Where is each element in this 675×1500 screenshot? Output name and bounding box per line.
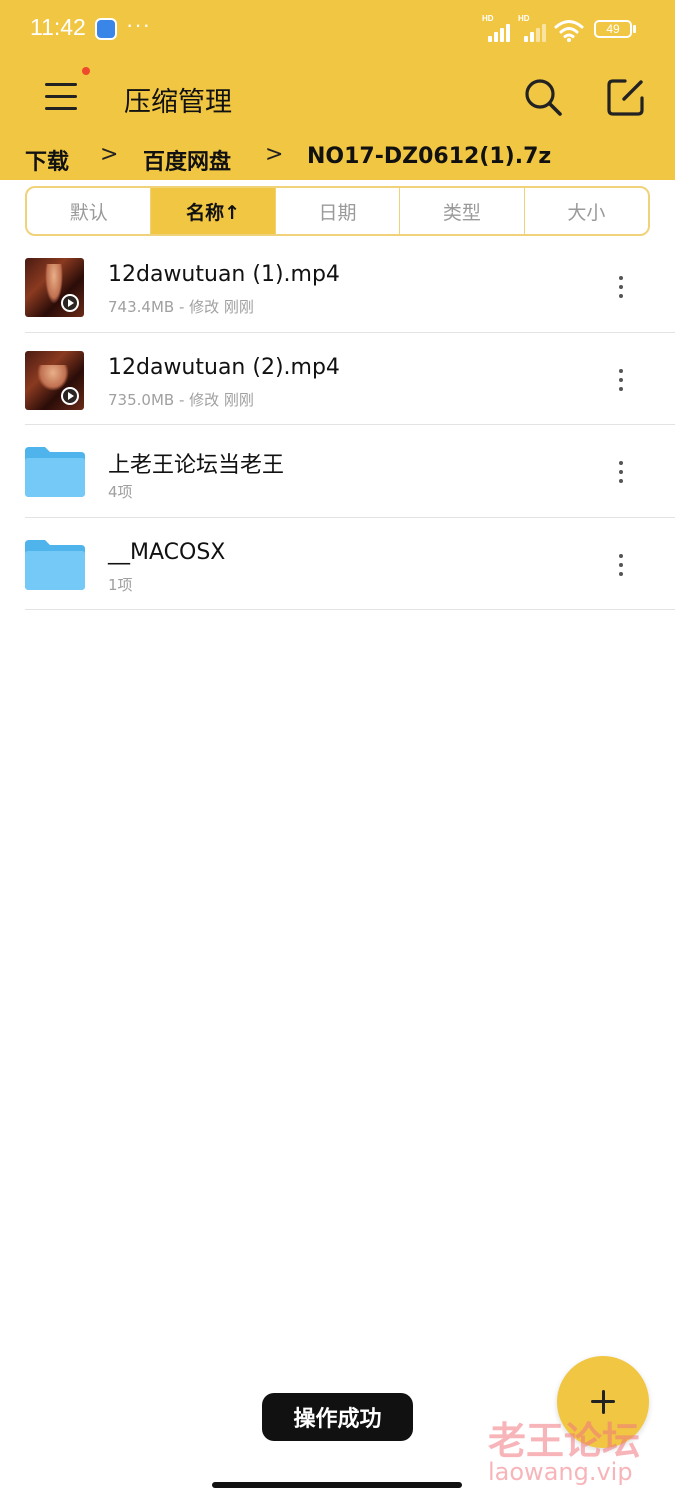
edit-icon: [607, 79, 644, 116]
watermark-title: 老王论坛: [488, 1419, 641, 1463]
app-header: 11:42 ··· HD HD 49 压缩管理 下载 > 百度网盘 > NO17…: [0, 0, 675, 180]
more-options-button[interactable]: [610, 274, 632, 300]
more-notifications-indicator: ···: [126, 12, 151, 37]
sort-tabs: 默认 名称↑ 日期 类型 大小: [25, 186, 650, 236]
file-name: 12dawutuan (2).mp4: [108, 354, 340, 380]
video-thumbnail: [25, 258, 84, 317]
sort-tab-name[interactable]: 名称↑: [150, 188, 275, 234]
list-item[interactable]: 上老王论坛当老王 4项: [0, 425, 675, 518]
notification-dot: [82, 67, 90, 75]
file-name: 上老王论坛当老王: [108, 453, 285, 478]
video-thumbnail: [25, 350, 84, 410]
search-button[interactable]: [520, 74, 566, 120]
folder-icon: [25, 447, 85, 497]
file-list: 12dawutuan (1).mp4 743.4MB - 修改 刚刚 12daw…: [0, 240, 675, 610]
home-indicator[interactable]: [212, 1482, 462, 1488]
search-icon: [525, 79, 562, 116]
list-item[interactable]: 12dawutuan (2).mp4 735.0MB - 修改 刚刚: [0, 333, 675, 426]
signal-icon: HD: [482, 14, 512, 42]
folder-icon: [25, 539, 85, 590]
breadcrumb-item-archive[interactable]: NO17-DZ0612(1).7z: [307, 144, 551, 169]
battery-icon: 49: [594, 20, 632, 38]
file-meta: 735.0MB - 修改 刚刚: [108, 390, 254, 409]
list-item[interactable]: __MACOSX 1项: [0, 518, 675, 611]
sort-tab-size[interactable]: 大小: [523, 188, 648, 234]
sort-tab-date[interactable]: 日期: [274, 188, 399, 234]
sort-tab-default[interactable]: 默认: [27, 188, 150, 234]
breadcrumb-item-downloads[interactable]: 下载: [25, 144, 69, 176]
page-title: 压缩管理: [124, 87, 232, 118]
chevron-right-icon: >: [265, 142, 284, 167]
more-options-button[interactable]: [610, 367, 632, 393]
status-time: 11:42: [30, 14, 86, 40]
status-bar: 11:42 ··· HD HD 49: [0, 0, 675, 60]
app-notification-icon: [95, 18, 117, 40]
play-icon: [61, 294, 79, 312]
file-name: __MACOSX: [108, 539, 226, 565]
file-name: 12dawutuan (1).mp4: [108, 262, 340, 287]
list-item[interactable]: 12dawutuan (1).mp4 743.4MB - 修改 刚刚: [0, 240, 675, 333]
file-meta: 1项: [108, 575, 133, 594]
battery-level: 49: [606, 22, 620, 36]
breadcrumb: 下载 > 百度网盘 > NO17-DZ0612(1).7z: [0, 138, 675, 178]
file-meta: 743.4MB - 修改 刚刚: [108, 298, 254, 316]
battery-tip: [633, 25, 636, 33]
wifi-icon: [554, 20, 584, 42]
play-icon: [61, 386, 79, 405]
more-options-button[interactable]: [610, 459, 632, 485]
chevron-right-icon: >: [100, 142, 119, 167]
edit-button[interactable]: [603, 74, 649, 120]
more-options-button[interactable]: [610, 552, 632, 578]
signal-icon: HD: [518, 14, 548, 42]
file-meta: 4项: [108, 483, 133, 501]
sort-tab-type[interactable]: 类型: [399, 188, 523, 234]
breadcrumb-item-baidu-netdisk[interactable]: 百度网盘: [143, 144, 231, 176]
menu-button[interactable]: [40, 76, 82, 118]
toast-message: 操作成功: [262, 1393, 413, 1441]
watermark-url: laowang.vip: [488, 1458, 633, 1486]
